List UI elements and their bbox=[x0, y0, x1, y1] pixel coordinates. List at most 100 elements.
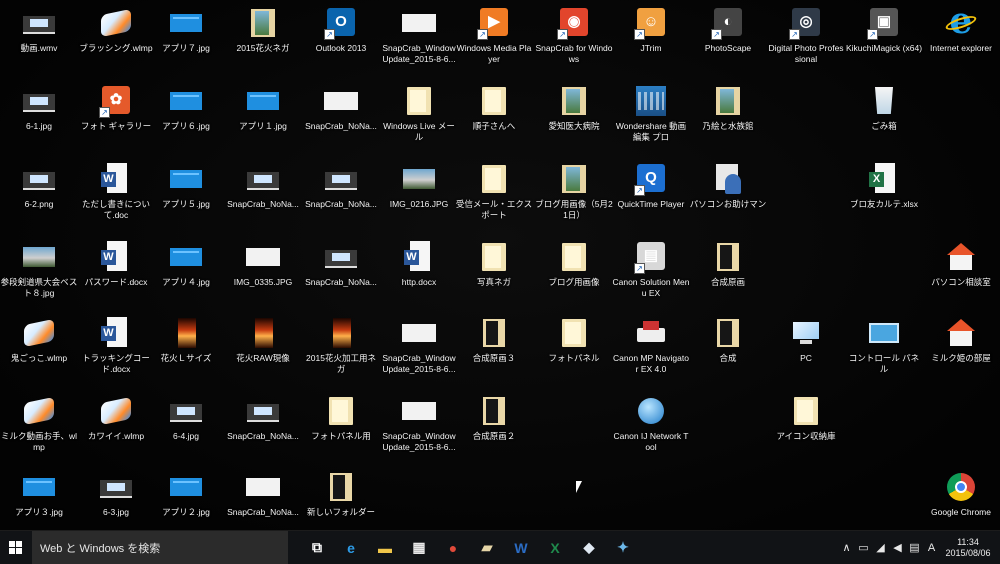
desktop-icon[interactable]: ごみ箱 bbox=[845, 80, 923, 132]
desktop-icon[interactable]: SnapCrab_Window Update_2015-8-6... bbox=[380, 390, 458, 452]
desktop-icon[interactable]: Internet explorer bbox=[922, 2, 1000, 54]
desktop-icon[interactable]: コントロール パネル bbox=[845, 312, 923, 374]
desktop-icon[interactable]: アプリ２.jpg bbox=[147, 466, 225, 518]
desktop-icon[interactable]: ↗ SnapCrab for Windows bbox=[535, 2, 613, 64]
desktop-icon[interactable]: SnapCrab_NoNa... bbox=[224, 390, 302, 442]
excel-taskbar-icon[interactable]: X bbox=[538, 531, 572, 564]
desktop-icon[interactable]: 2015花火ネガ bbox=[224, 2, 302, 54]
desktop-icon[interactable]: SnapCrab_NoNa... bbox=[224, 158, 302, 210]
desktop-icon[interactable]: Wondershare 動画編集 プロ bbox=[612, 80, 690, 142]
desktop-icon[interactable]: 6-1.jpg bbox=[0, 80, 78, 132]
desktop-icon[interactable]: 2015花火加工用ネガ bbox=[302, 312, 380, 374]
desktop-icon[interactable]: ブロ友カルテ.xlsx bbox=[845, 158, 923, 210]
desktop-icon[interactable]: ↗ QuickTime Player bbox=[612, 158, 690, 210]
desktop-icon[interactable]: 合成原画 bbox=[689, 236, 767, 288]
desktop-icon[interactable]: SnapCrab_NoNa... bbox=[224, 466, 302, 518]
chrome-taskbar-icon[interactable]: ● bbox=[436, 531, 470, 564]
desktop-icon-label: ブラッシング.wlmp bbox=[79, 43, 153, 53]
desktop-icon-label: 6-3.jpg bbox=[103, 507, 129, 517]
desktop-icon[interactable]: ↗ Outlook 2013 bbox=[302, 2, 380, 54]
edge-icon[interactable]: e bbox=[334, 531, 368, 564]
ime-indicator[interactable]: A bbox=[923, 531, 940, 564]
desktop-icon[interactable]: ↗ Digital Photo Professional bbox=[767, 2, 845, 64]
desktop-icon-label: アプリ１.jpg bbox=[239, 121, 287, 131]
pinned-app-icon[interactable]: ✦ bbox=[606, 531, 640, 564]
desktop-icon[interactable]: アプリ４.jpg bbox=[147, 236, 225, 288]
desktop-icon[interactable]: 6-2.png bbox=[0, 158, 78, 210]
clock[interactable]: 11:34 2015/08/06 bbox=[940, 537, 996, 559]
desktop-icon[interactable]: 参段剣道県大会ベスト８.jpg bbox=[0, 236, 78, 298]
desktop-icon[interactable]: SnapCrab_NoNa... bbox=[302, 80, 380, 132]
desktop-icon[interactable]: 愛知医大病院 bbox=[535, 80, 613, 132]
desktop-icon[interactable]: PC bbox=[767, 312, 845, 364]
desktop-icon[interactable]: ↗ フォト ギャラリー bbox=[77, 80, 155, 132]
desktop-icon[interactable]: パソコンお助けマン bbox=[689, 158, 767, 210]
show-hidden-icons-button[interactable]: ∧ bbox=[838, 531, 855, 564]
desktop-icon[interactable]: 写真ネガ bbox=[455, 236, 533, 288]
desktop-icon[interactable]: ブログ用画像 bbox=[535, 236, 613, 288]
store-icon[interactable]: ▦ bbox=[402, 531, 436, 564]
desktop-icon[interactable]: SnapCrab_NoNa... bbox=[302, 158, 380, 210]
desktop-icon[interactable]: Windows Live メール bbox=[380, 80, 458, 142]
action-center-icon[interactable]: ▤ bbox=[906, 531, 923, 564]
desktop-icon[interactable]: 乃絵と水族館 bbox=[689, 80, 767, 132]
desktop[interactable]: 動画.wmv ブラッシング.wlmp アプリ７.jpg 2015花火ネガ ↗ Outloo… bbox=[0, 0, 1000, 530]
desktop-icon[interactable]: 花火RAW現像 bbox=[224, 312, 302, 364]
desktop-icon[interactable]: 動画.wmv bbox=[0, 2, 78, 54]
desktop-icon[interactable]: IMG_0216.JPG bbox=[380, 158, 458, 210]
desktop-icon[interactable]: http.docx bbox=[380, 236, 458, 288]
desktop-icon[interactable]: アイコン収納庫 bbox=[767, 390, 845, 442]
desktop-icon[interactable]: ↗ Windows Media Player bbox=[455, 2, 533, 64]
desktop-icon[interactable]: ミルク動画お手、wlmp bbox=[0, 390, 78, 452]
desktop-icon[interactable]: 合成原画３ bbox=[455, 312, 533, 364]
desktop-icon[interactable]: ブログ用画像（5月21日） bbox=[535, 158, 613, 220]
desktop-icon[interactable]: カワイイ.wlmp bbox=[77, 390, 155, 442]
desktop-icon[interactable]: アプリ６.jpg bbox=[147, 80, 225, 132]
folder-taskbar-icon[interactable]: ▰ bbox=[470, 531, 504, 564]
word-taskbar-icon[interactable]: W bbox=[504, 531, 538, 564]
desktop-icon[interactable]: アプリ１.jpg bbox=[224, 80, 302, 132]
desktop-icon[interactable]: アプリ７.jpg bbox=[147, 2, 225, 54]
desktop-icon[interactable]: IMG_0335.JPG bbox=[224, 236, 302, 288]
file-explorer-icon[interactable]: ▬ bbox=[368, 531, 402, 564]
desktop-icon[interactable]: パソコン相談室 bbox=[922, 236, 1000, 288]
start-button[interactable] bbox=[0, 531, 30, 564]
desktop-icon[interactable]: Canon IJ Network Tool bbox=[612, 390, 690, 452]
desktop-icon[interactable]: ただし書きについて.doc bbox=[77, 158, 155, 220]
desktop-icon[interactable]: トラッキングコード.docx bbox=[77, 312, 155, 374]
volume-icon[interactable]: ◀ bbox=[889, 531, 906, 564]
app-taskbar-icon[interactable]: ◆ bbox=[572, 531, 606, 564]
battery-icon[interactable]: ▭ bbox=[855, 531, 872, 564]
desktop-icon[interactable]: 花火Ｌサイズ bbox=[147, 312, 225, 364]
desktop-icon-label: SnapCrab_NoNa... bbox=[305, 277, 377, 287]
desktop-icon[interactable]: Google Chrome bbox=[922, 466, 1000, 518]
desktop-icon[interactable]: 新しいフォルダー bbox=[302, 466, 380, 518]
desktop-icon[interactable]: アプリ５.jpg bbox=[147, 158, 225, 210]
network-icon[interactable]: ◢ bbox=[872, 531, 889, 564]
desktop-icon[interactable]: ↗ Canon Solution Menu EX bbox=[612, 236, 690, 298]
desktop-icon[interactable]: 合成原画２ bbox=[455, 390, 533, 442]
desktop-icon[interactable]: SnapCrab_Window Update_2015-8-6... bbox=[380, 2, 458, 64]
desktop-icon[interactable]: アプリ３.jpg bbox=[0, 466, 78, 518]
desktop-icon[interactable]: パスワード.docx bbox=[77, 236, 155, 288]
desktop-icon[interactable]: フォトパネル用 bbox=[302, 390, 380, 442]
desktop-icon[interactable]: ↗ JTrim bbox=[612, 2, 690, 54]
desktop-icon[interactable]: 受信メール・エクスポート bbox=[455, 158, 533, 220]
desktop-icon[interactable]: 順子さんへ bbox=[455, 80, 533, 132]
desktop-icon[interactable]: ↗ PhotoScape bbox=[689, 2, 767, 54]
thumb-dark-icon bbox=[22, 6, 56, 40]
desktop-icon[interactable]: ミルク姫の部屋 bbox=[922, 312, 1000, 364]
desktop-icon[interactable]: ↗ KikuchiMagick (x64) bbox=[845, 2, 923, 54]
desktop-icon[interactable]: 6-4.jpg bbox=[147, 390, 225, 442]
desktop-icon[interactable]: 合成 bbox=[689, 312, 767, 364]
thumb-fire-icon bbox=[246, 316, 280, 350]
task-view-icon[interactable]: ⧉ bbox=[300, 531, 334, 564]
desktop-icon[interactable]: 6-3.jpg bbox=[77, 466, 155, 518]
desktop-icon[interactable]: 鬼ごっこ.wlmp bbox=[0, 312, 78, 364]
desktop-icon[interactable]: フォトパネル bbox=[535, 312, 613, 364]
search-box[interactable]: Web と Windows を検索 bbox=[32, 531, 288, 564]
desktop-icon[interactable]: SnapCrab_NoNa... bbox=[302, 236, 380, 288]
desktop-icon[interactable]: SnapCrab_Window Update_2015-8-6... bbox=[380, 312, 458, 374]
desktop-icon[interactable]: Canon MP Navigator EX 4.0 bbox=[612, 312, 690, 374]
desktop-icon[interactable]: ブラッシング.wlmp bbox=[77, 2, 155, 54]
